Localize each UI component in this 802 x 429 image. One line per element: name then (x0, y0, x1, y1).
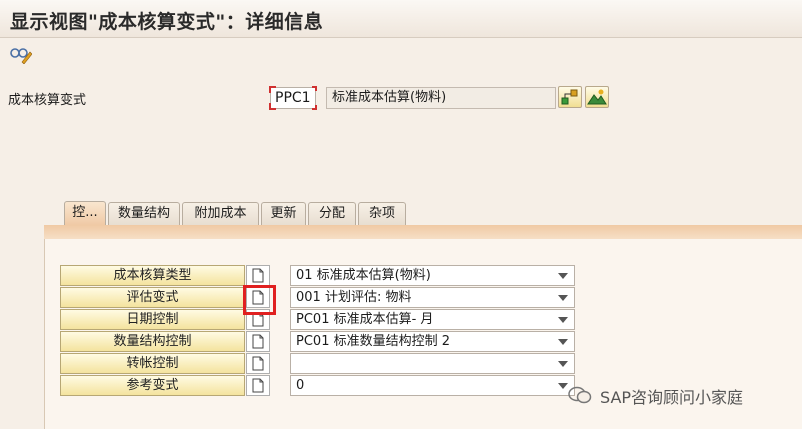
toolbar (0, 38, 802, 72)
costing-variant-description: 标准成本估算(物料) (326, 87, 556, 109)
costing-type-value: 01 标准成本估算(物料) (296, 268, 431, 283)
reference-variant-button[interactable]: 参考变式 (60, 375, 245, 396)
structure-button[interactable] (558, 86, 582, 108)
costing-type-detail-button[interactable] (246, 265, 270, 286)
date-control-select[interactable]: PC01 标准成本估算- 月 (290, 309, 575, 330)
chevron-down-icon (558, 339, 568, 345)
chevron-down-icon (558, 295, 568, 301)
title-bar: 显示视图"成本核算变式"：详细信息 (0, 0, 802, 38)
costing-variant-code-field[interactable]: PPC1 (269, 86, 317, 110)
date-control-value: PC01 标准成本估算- 月 (296, 312, 434, 327)
watermark-text: SAP咨询顾问小家庭 (600, 388, 744, 407)
overview-button[interactable] (585, 86, 609, 108)
chevron-down-icon (558, 361, 568, 367)
costing-type-select[interactable]: 01 标准成本估算(物料) (290, 265, 575, 286)
transfer-control-detail-button[interactable] (246, 353, 270, 374)
tab-miscellaneous[interactable]: 杂项 (358, 202, 406, 226)
quantity-structure-control-value: PC01 标准数量结构控制 2 (296, 334, 450, 349)
reference-variant-select[interactable]: 0 (290, 375, 575, 396)
transfer-control-button[interactable]: 转帐控制 (60, 353, 245, 374)
quantity-structure-control-button[interactable]: 数量结构控制 (60, 331, 245, 352)
document-icon (252, 356, 264, 371)
display-change-icon[interactable] (10, 46, 32, 64)
costing-variant-label: 成本核算变式 (8, 93, 87, 108)
valuation-variant-button[interactable]: 评估变式 (60, 287, 245, 308)
quantity-structure-control-detail-button[interactable] (246, 331, 270, 352)
tab-control[interactable]: 控... (64, 201, 106, 227)
highlight-box (243, 285, 276, 315)
hierarchy-icon (561, 89, 578, 105)
wechat-icon (568, 386, 592, 404)
valuation-variant-select[interactable]: 001 计划评估: 物料 (290, 287, 575, 308)
chevron-down-icon (558, 273, 568, 279)
costing-type-button[interactable]: 成本核算类型 (60, 265, 245, 286)
reference-variant-value: 0 (296, 378, 305, 393)
document-icon (252, 268, 264, 283)
landscape-icon (587, 89, 607, 105)
valuation-variant-value: 001 计划评估: 物料 (296, 290, 412, 305)
tab-additive-costs[interactable]: 附加成本 (182, 202, 259, 226)
chevron-down-icon (558, 317, 568, 323)
tab-assignments[interactable]: 分配 (308, 202, 356, 226)
tab-panel-header (44, 225, 802, 239)
transfer-control-select[interactable] (290, 353, 575, 374)
date-control-button[interactable]: 日期控制 (60, 309, 245, 330)
reference-variant-detail-button[interactable] (246, 375, 270, 396)
quantity-structure-control-select[interactable]: PC01 标准数量结构控制 2 (290, 331, 575, 352)
window-title: 显示视图"成本核算变式"：详细信息 (10, 11, 324, 33)
tab-update[interactable]: 更新 (261, 202, 306, 226)
tab-quantity-structure[interactable]: 数量结构 (108, 202, 180, 226)
chevron-down-icon (558, 383, 568, 389)
costing-variant-code: PPC1 (275, 90, 311, 106)
document-icon (252, 378, 264, 393)
document-icon (252, 334, 264, 349)
